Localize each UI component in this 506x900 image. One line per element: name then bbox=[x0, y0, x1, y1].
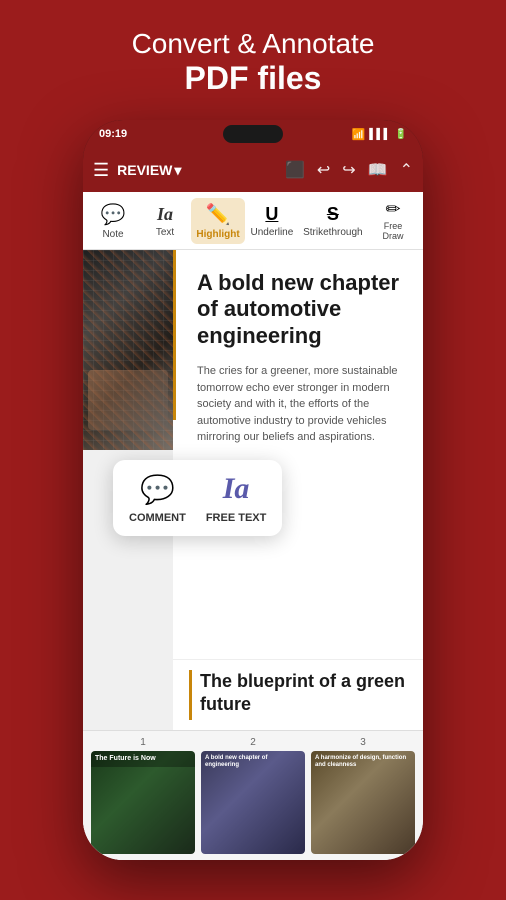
freetext-option[interactable]: Ia FREE TEXT bbox=[206, 472, 267, 524]
collapse-icon[interactable]: ⌃ bbox=[400, 160, 413, 180]
status-time: 09:19 bbox=[99, 128, 127, 140]
status-bar: 09:19 📶 ▌▌▌ 🔋 bbox=[83, 120, 423, 148]
toolbar-title-label: REVIEW bbox=[117, 162, 172, 178]
blueprint-title: The blueprint of a green future bbox=[200, 670, 407, 717]
app-toolbar: ☰ REVIEW ▾ ⬛ ↩ ↪ 📖 ⌃ bbox=[83, 148, 423, 192]
thumb-card-3: A harmonize of design, function and clea… bbox=[311, 751, 415, 854]
page-num-3: 3 bbox=[360, 737, 366, 748]
page-thumbnails: 1 The Future is Now 2 A bold new chapter… bbox=[83, 730, 423, 860]
page-num-1: 1 bbox=[140, 737, 146, 748]
ann-note[interactable]: 💬 Note bbox=[87, 198, 139, 244]
thumb-card-2: A bold new chapter of engineering bbox=[201, 751, 305, 854]
page-num-2: 2 bbox=[250, 737, 256, 748]
comment-icon: 💬 bbox=[140, 473, 175, 506]
annotation-toolbar: 💬 Note Ia Text ✏️ Highlight U Underline … bbox=[83, 192, 423, 250]
battery-icon: 🔋 bbox=[395, 129, 407, 140]
hero-header: Convert & Annotate PDF files bbox=[0, 0, 506, 115]
comment-option[interactable]: 💬 COMMENT bbox=[129, 473, 186, 524]
freedraw-icon: ✏ bbox=[385, 199, 400, 220]
document-title: A bold new chapter of automotive enginee… bbox=[189, 270, 407, 349]
signal-icon: ▌▌▌ bbox=[369, 129, 390, 140]
status-icons: 📶 ▌▌▌ 🔋 bbox=[352, 128, 407, 141]
ann-strikethrough[interactable]: S Strikethrough bbox=[299, 200, 367, 242]
thumb-card-1: The Future is Now bbox=[91, 751, 195, 854]
save-icon[interactable]: ⬛ bbox=[285, 160, 305, 180]
thumb-page-1[interactable]: 1 The Future is Now bbox=[91, 737, 195, 854]
freetext-icon: Ia bbox=[223, 472, 250, 506]
underline-icon: U bbox=[265, 204, 278, 225]
ann-underline[interactable]: U Underline bbox=[245, 200, 299, 242]
wifi-icon: 📶 bbox=[352, 128, 366, 141]
dropdown-icon: ▾ bbox=[174, 162, 181, 179]
text-label: Text bbox=[156, 227, 174, 238]
annotation-popup: 💬 COMMENT Ia FREE TEXT bbox=[113, 460, 282, 536]
thumb-page-3[interactable]: 3 A harmonize of design, function and cl… bbox=[311, 737, 415, 854]
ann-text[interactable]: Ia Text bbox=[139, 200, 191, 242]
document-body: The cries for a greener, more sustainabl… bbox=[189, 363, 407, 446]
hero-line2: PDF files bbox=[20, 60, 486, 97]
toolbar-actions: ⬛ ↩ ↪ 📖 ⌃ bbox=[285, 160, 413, 180]
note-icon: 💬 bbox=[101, 202, 126, 227]
camera-pill bbox=[223, 125, 283, 143]
vertical-accent-line bbox=[173, 250, 176, 420]
ann-highlight[interactable]: ✏️ Highlight bbox=[191, 198, 245, 244]
comment-label: COMMENT bbox=[129, 512, 186, 524]
freetext-label: FREE TEXT bbox=[206, 512, 267, 524]
ann-freedraw[interactable]: ✏ FreeDraw bbox=[367, 195, 419, 246]
underline-label: Underline bbox=[250, 227, 293, 238]
redo-icon[interactable]: ↪ bbox=[342, 160, 355, 180]
text-icon: Ia bbox=[157, 204, 173, 225]
hero-line1: Convert & Annotate bbox=[20, 28, 486, 60]
blueprint-section: The blueprint of a green future bbox=[173, 659, 423, 730]
note-label: Note bbox=[102, 229, 123, 240]
content-area: A bold new chapter of automotive enginee… bbox=[83, 250, 423, 860]
strikethrough-label: Strikethrough bbox=[303, 227, 362, 238]
phone-shell: 09:19 📶 ▌▌▌ 🔋 ☰ REVIEW ▾ ⬛ ↩ ↪ 📖 ⌃ 💬 Not… bbox=[83, 120, 423, 860]
strikethrough-icon: S bbox=[327, 204, 339, 225]
highlight-label: Highlight bbox=[196, 229, 239, 240]
toolbar-title[interactable]: REVIEW ▾ bbox=[117, 162, 181, 179]
blueprint-bar bbox=[189, 670, 192, 720]
highlight-icon: ✏️ bbox=[206, 202, 231, 227]
undo-icon[interactable]: ↩ bbox=[317, 160, 330, 180]
book-icon[interactable]: 📖 bbox=[368, 160, 388, 180]
menu-icon[interactable]: ☰ bbox=[93, 160, 109, 181]
car-image bbox=[83, 250, 173, 450]
thumb-page-2[interactable]: 2 A bold new chapter of engineering bbox=[201, 737, 305, 854]
blueprint-accent: The blueprint of a green future bbox=[189, 670, 407, 720]
freedraw-label: FreeDraw bbox=[382, 222, 403, 242]
